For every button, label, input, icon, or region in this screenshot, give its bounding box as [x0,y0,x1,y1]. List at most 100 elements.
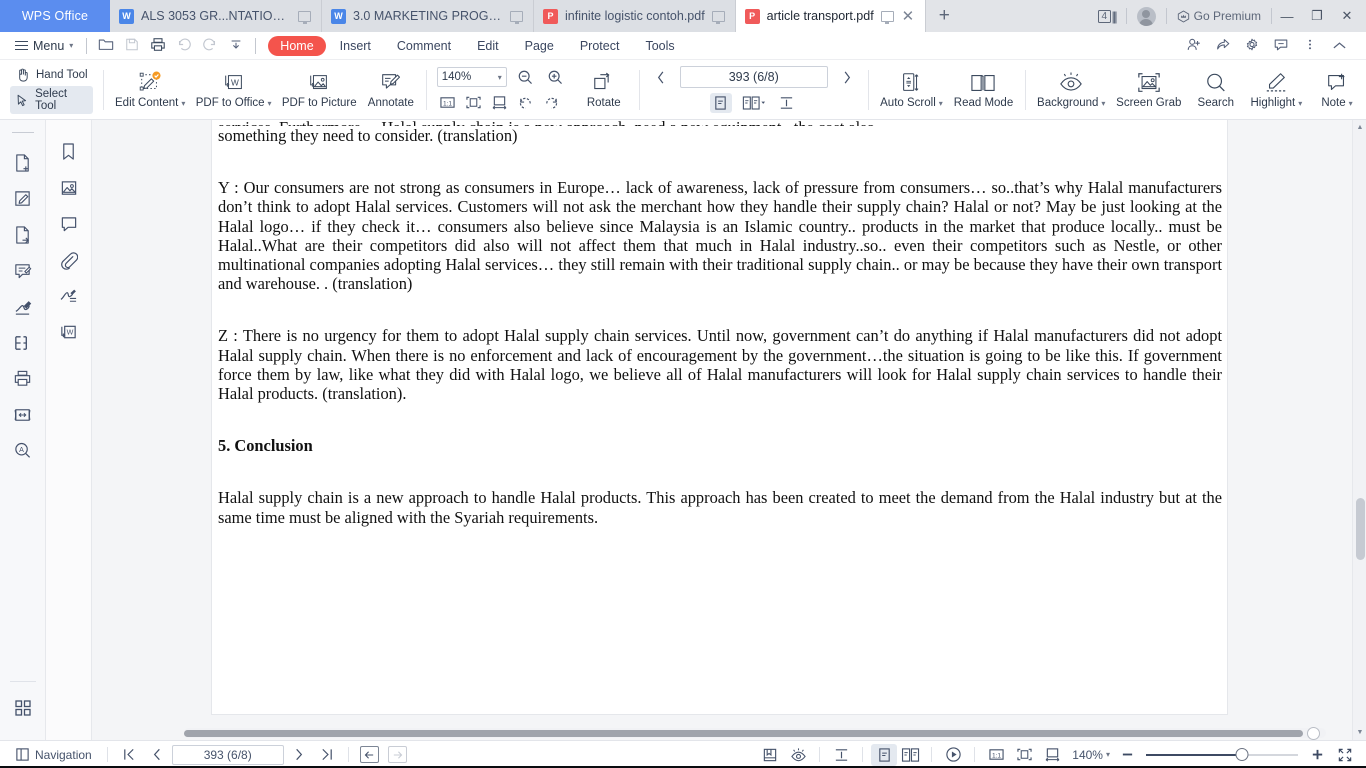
present-icon[interactable] [711,10,725,24]
background-button[interactable]: Background ▾ [1032,68,1111,111]
pdf-to-picture-button[interactable]: PDF to Picture [277,68,362,111]
tab-page[interactable]: Page [513,36,566,56]
vertical-scrollbar-thumb[interactable] [1355,498,1365,561]
tab-article-transport[interactable]: P article transport.pdf ✕ [735,0,927,32]
select-tool-button[interactable]: Select Tool [10,86,93,114]
customize-quick-access-icon[interactable] [223,38,249,54]
share-icon[interactable] [1210,37,1236,55]
minimize-button[interactable]: — [1272,9,1302,24]
fit-page-icon[interactable] [463,92,485,112]
attachment-icon[interactable] [51,242,87,278]
tab-marketing-program[interactable]: W 3.0 MARKETING PROGRAM [322,0,534,32]
open-folder-icon[interactable] [93,37,119,55]
auto-scroll-button[interactable]: Auto Scroll ▾ [875,68,949,111]
zoom-out-icon[interactable] [515,67,537,87]
navigation-button[interactable]: Navigation [8,747,99,762]
sidebar-item-new-document[interactable] [5,145,41,181]
page-number-input[interactable]: 393 (6/8) [679,66,828,88]
single-page-view-icon[interactable] [871,743,898,766]
comment-icon[interactable] [51,206,87,242]
sidebar-item-print[interactable] [5,361,41,397]
sidebar-item-ocr[interactable]: A [5,433,41,469]
vertical-scrollbar[interactable]: ▲ ▼ [1352,120,1366,740]
sidebar-item-export-document[interactable] [5,217,41,253]
continuous-scroll-icon[interactable] [828,744,854,766]
tab-tools[interactable]: Tools [633,36,686,56]
go-forward-icon[interactable] [385,744,411,766]
tab-comment[interactable]: Comment [385,36,463,56]
scroll-down-icon[interactable]: ▼ [1353,729,1366,736]
main-menu-button[interactable]: Menu ▾ [8,39,80,53]
previous-page-icon[interactable] [144,744,170,766]
annotate-button[interactable]: Annotate [362,68,420,111]
continuous-scroll-icon[interactable] [776,93,798,113]
horizontal-scrollbar[interactable] [184,727,1326,740]
previous-page-button[interactable] [650,67,672,87]
sidebar-item-compress[interactable] [5,397,41,433]
tab-als-3053[interactable]: W ALS 3053 GR...NTATION (2) [110,0,322,32]
present-icon[interactable] [298,10,311,24]
undo-icon[interactable] [171,37,197,55]
slideshow-icon[interactable] [940,744,966,766]
fit-width-icon[interactable] [1039,744,1065,766]
settings-icon[interactable] [1239,37,1265,55]
export-to-word-icon[interactable]: W [51,314,87,350]
read-mode-button[interactable]: Read Mode [948,68,1019,111]
fit-width-icon[interactable] [489,92,511,112]
highlight-button[interactable]: Highlight ▾ [1245,68,1308,111]
read-aloud-icon[interactable] [785,744,811,766]
signature-icon[interactable] [51,278,87,314]
zoom-slider-track[interactable] [1146,747,1298,761]
restore-button[interactable]: ❐ [1302,8,1332,24]
zoom-in-icon[interactable] [1304,744,1330,766]
window-list-button[interactable]: 4 ||| [1088,9,1126,24]
present-icon[interactable] [880,10,894,24]
note-button[interactable]: Note ▾ [1308,68,1366,111]
bookmark-icon[interactable] [51,134,87,170]
next-page-icon[interactable] [286,744,312,766]
more-options-icon[interactable] [1297,37,1323,55]
tab-infinite-logistic[interactable]: P infinite logistic contoh.pdf [534,0,736,32]
edit-content-button[interactable]: Edit Content ▾ [110,68,191,111]
rotate-left-icon[interactable] [515,92,537,112]
feedback-icon[interactable] [1268,37,1294,55]
single-page-view-icon[interactable] [709,93,732,113]
document-viewport[interactable]: services. Furthermore… Halal supply chai… [92,120,1352,740]
present-icon[interactable] [510,10,523,24]
zoom-slider[interactable] [1146,747,1298,761]
actual-size-icon[interactable]: 1:1 [983,744,1009,766]
close-tab-icon[interactable]: ✕ [901,9,916,24]
pdf-to-office-button[interactable]: W PDF to Office ▾ [191,68,277,111]
close-window-button[interactable]: ✕ [1332,8,1362,24]
rotate-button[interactable]: Rotate [575,68,633,111]
add-user-icon[interactable] [1181,37,1207,55]
bookmark-panel-icon[interactable] [757,744,783,766]
tab-home[interactable]: Home [268,35,326,56]
zoom-in-icon[interactable] [545,67,567,87]
sidebar-item-edit-document[interactable] [5,181,41,217]
first-page-icon[interactable] [116,744,142,766]
sidebar-item-comment-document[interactable] [5,253,41,289]
last-page-icon[interactable] [314,744,340,766]
go-back-icon[interactable] [357,744,383,766]
app-grid-icon[interactable] [5,690,41,726]
fullscreen-icon[interactable] [1332,744,1358,766]
screen-grab-button[interactable]: Screen Grab [1111,68,1187,111]
zoom-level-select[interactable]: 140% ▾ [436,67,507,87]
new-tab-button[interactable]: + [926,0,962,32]
collapse-ribbon-icon[interactable] [1326,38,1352,54]
avatar[interactable] [1136,6,1156,26]
redo-icon[interactable] [197,37,223,55]
horizontal-scrollbar-knob[interactable] [1307,727,1321,740]
tab-protect[interactable]: Protect [568,36,632,56]
scroll-up-icon[interactable]: ▲ [1353,124,1366,131]
zoom-out-icon[interactable] [1114,744,1140,766]
two-page-view-icon[interactable] [899,744,923,766]
sidebar-item-merge-split[interactable] [5,325,41,361]
save-icon[interactable] [119,37,145,55]
sidebar-item-sign-document[interactable] [5,289,41,325]
tab-edit[interactable]: Edit [465,36,511,56]
print-icon[interactable] [145,37,171,55]
actual-size-icon[interactable]: 1:1 [437,92,459,112]
image-icon[interactable] [51,170,87,206]
